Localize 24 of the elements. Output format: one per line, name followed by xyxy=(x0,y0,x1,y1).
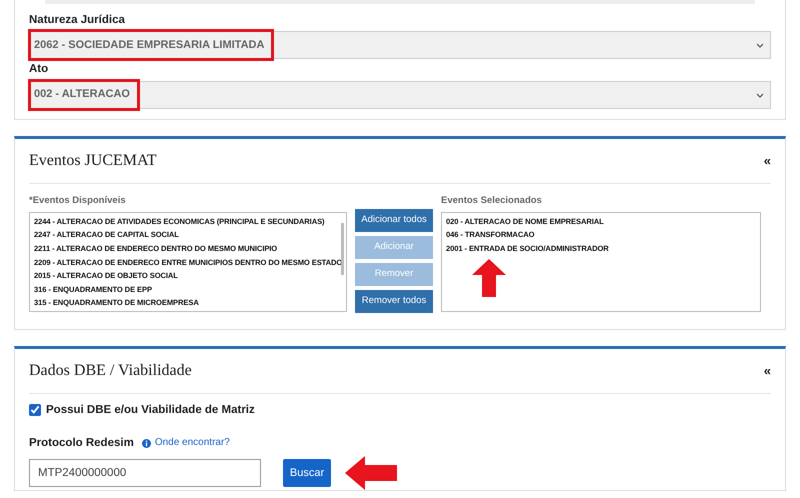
field-label: Ato xyxy=(29,62,50,78)
dropdown[interactable]: 002 - ALTERACAO xyxy=(29,80,771,108)
move-button[interactable]: Adicionar todos xyxy=(355,208,433,232)
list-label: Eventos Selecionados xyxy=(441,194,543,208)
chevron-icon xyxy=(756,92,764,98)
scrollbar[interactable] xyxy=(341,222,344,275)
field-label: Natureza Jurídica xyxy=(29,13,126,28)
protocol-input[interactable]: MTP2400000000 xyxy=(29,459,261,487)
move-button[interactable]: Remover todos xyxy=(355,290,433,312)
section-title: Dados DBE / Viabilidade xyxy=(29,360,192,380)
collapse-button[interactable]: « xyxy=(764,150,771,170)
help-link[interactable]: Onde encontrar? xyxy=(154,434,230,450)
checkbox-label: Possui DBE e/ou Viabilidade de Matriz xyxy=(46,402,255,418)
dropdown-value: 2062 - SOCIEDADE EMPRESARIA LIMITADA xyxy=(34,38,264,53)
dropdown[interactable]: 2062 - SOCIEDADE EMPRESARIA LIMITADA xyxy=(29,31,771,60)
list-label: *Eventos Disponíveis xyxy=(29,194,127,208)
dropdown-value: 002 - ALTERACAO xyxy=(34,87,130,102)
field-label: Protocolo Redesim xyxy=(29,436,134,451)
search-button[interactable]: Buscar xyxy=(283,459,331,487)
checkbox[interactable] xyxy=(29,404,41,416)
available-events-list[interactable] xyxy=(29,212,347,312)
chevron-icon xyxy=(756,43,764,50)
collapse-button[interactable]: « xyxy=(764,360,771,380)
section-title: Eventos JUCEMAT xyxy=(29,150,157,170)
